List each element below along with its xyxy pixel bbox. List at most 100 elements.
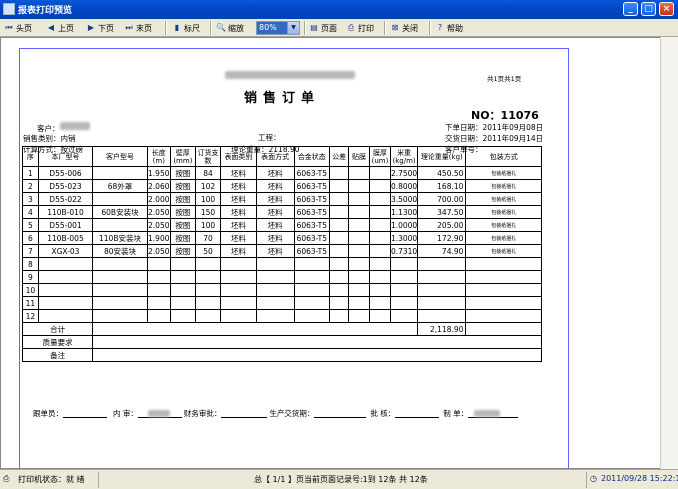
table-cell: [417, 257, 467, 271]
minimize-button[interactable]: _: [623, 2, 638, 16]
follow-blank: [63, 410, 107, 418]
table-cell: [92, 192, 148, 206]
table-cell: 按图: [169, 231, 196, 245]
ruler-button[interactable]: ▮ 标尺: [172, 21, 200, 35]
help-icon: ?: [437, 23, 443, 32]
remark-value: [92, 348, 542, 362]
first-page-button[interactable]: ⏮ 头页: [4, 21, 32, 35]
table-cell: [255, 257, 295, 271]
table-cell: 坯料: [220, 166, 257, 180]
table-cell: [368, 218, 391, 232]
table-row: 8: [22, 257, 542, 271]
zoom-button[interactable]: 🔍 缩放: [216, 21, 244, 35]
table-cell: [389, 296, 419, 310]
table-cell: 9: [22, 270, 39, 284]
table-cell: [348, 179, 370, 193]
table-cell: [348, 205, 370, 219]
toolbar-separator: [429, 21, 431, 35]
table-cell: [389, 283, 419, 297]
table-cell: 110B-010: [37, 205, 94, 219]
table-cell: [37, 270, 94, 284]
toolbar: ⏮ 头页 ◀ 上页 ▶ 下页 ⏭ 末页 ▮ 标尺 🔍 缩放 80% ▼ ▤ 页面 ⎙ 打印 ⊠ 关…: [0, 19, 678, 37]
table-header-row: 序本厂型号 客户型号 长度(m) 壁厚(mm) 订货支数 表面类别 表面方式 合金状态 公差 贴膜…: [22, 146, 542, 167]
help-label: 帮助: [447, 23, 463, 33]
window-title: 报表打印预览: [18, 6, 73, 16]
table-cell: [329, 309, 349, 323]
table-cell: 6063-T5: [293, 179, 331, 193]
table-cell: 5: [22, 218, 39, 232]
production-blank: [314, 410, 367, 418]
table-cell: 50: [194, 244, 222, 258]
table-row: 6 110B-005 110B安装块 1.900 按图 70 坯料 坯料 6063-T5 1.30…: [22, 231, 542, 245]
column-header: 表面类别: [220, 146, 257, 167]
company-name: [225, 71, 355, 79]
table-cell: [220, 270, 257, 284]
table-cell: 1.950: [146, 166, 171, 180]
table-cell: [194, 296, 222, 310]
toolbar-separator: [165, 21, 167, 35]
last-page-button[interactable]: ⏭ 末页: [124, 21, 152, 35]
clock-icon: ◷: [590, 474, 597, 483]
table-cell: 6063-T5: [293, 166, 331, 180]
app-icon: [3, 3, 15, 15]
vertical-scrollbar[interactable]: [660, 37, 678, 469]
table-cell: [348, 218, 370, 232]
table-cell: [329, 205, 349, 219]
zoom-select[interactable]: 80% ▼: [256, 21, 300, 35]
close-preview-label: 关闭: [402, 23, 418, 33]
prev-page-button[interactable]: ◀ 上页: [46, 21, 74, 35]
total-spacer: [92, 322, 419, 336]
record-status: 总【 1/1 】页当前页面记录号:1到 12条 共 12条: [254, 475, 428, 484]
table-cell: [329, 283, 349, 297]
next-page-button[interactable]: ▶ 下页: [86, 21, 114, 35]
internal-audit-label: 内 审：: [113, 409, 138, 418]
table-cell: [348, 192, 370, 206]
table-cell: [329, 244, 349, 258]
table-cell: [169, 309, 196, 323]
close-preview-button[interactable]: ⊠ 关闭: [390, 21, 418, 35]
print-button[interactable]: ⎙ 打印: [346, 21, 374, 35]
table-cell: 坯料: [255, 205, 295, 219]
maximize-button[interactable]: □: [641, 2, 656, 16]
help-button[interactable]: ? 帮助: [435, 21, 463, 35]
table-cell: [389, 270, 419, 284]
chevron-down-icon[interactable]: ▼: [287, 22, 299, 34]
table-cell: 1.0000: [389, 218, 419, 232]
table-cell: [293, 309, 331, 323]
table-cell: [329, 257, 349, 271]
column-header: 长度(m): [146, 146, 171, 167]
table-cell: 按图: [169, 192, 196, 206]
preview-area: 共1页共1页 销售订单 NO：11076 客户： 销售类别：内销 计算方式：按过…: [0, 37, 678, 485]
table-cell: 80安装块: [92, 244, 148, 258]
table-cell: [92, 166, 148, 180]
next-page-icon: ▶: [87, 23, 95, 32]
table-cell: [169, 257, 196, 271]
table-cell: [92, 283, 148, 297]
table-cell: 8: [22, 257, 39, 271]
close-button[interactable]: ×: [659, 2, 674, 16]
table-row: 7 XGX-03 80安装块 2.050 按图 50 坯料 坯料 6063-T5 0.7310 74…: [22, 244, 542, 258]
table-cell: 100: [194, 192, 222, 206]
table-cell: [194, 309, 222, 323]
status-datetime: 2011/09/28 15:22:16: [601, 474, 678, 483]
column-header: 米重(kg/m): [389, 146, 419, 167]
page-indicator: 共1页共1页: [487, 75, 522, 83]
table-cell: 347.50: [417, 205, 467, 219]
table-cell: D55-006: [37, 166, 94, 180]
table-cell: 按图: [169, 218, 196, 232]
table-row: 5 D55-001 2.050 按图 100 坯料 坯料 6063-T5 1.0000 205.0…: [22, 218, 542, 232]
project-label: 工程：: [258, 133, 281, 142]
table-cell: 84: [194, 166, 222, 180]
page-setup-button[interactable]: ▤ 页面: [309, 21, 337, 35]
column-header: 表面方式: [255, 146, 295, 167]
table-cell: 1.3000: [389, 231, 419, 245]
table-cell: 坯料: [220, 179, 257, 193]
internal-audit-signature: [147, 409, 170, 417]
table-cell: 2.050: [146, 244, 171, 258]
table-row: 11: [22, 296, 542, 310]
table-cell: 0.8000: [389, 179, 419, 193]
table-cell: 2.050: [146, 218, 171, 232]
table-cell: [368, 179, 391, 193]
table-cell: [37, 257, 94, 271]
table-row: 2 D55-023 68外罩 2.060 按图 102 坯料 坯料 6063-T5 0.8000 1…: [22, 179, 542, 193]
